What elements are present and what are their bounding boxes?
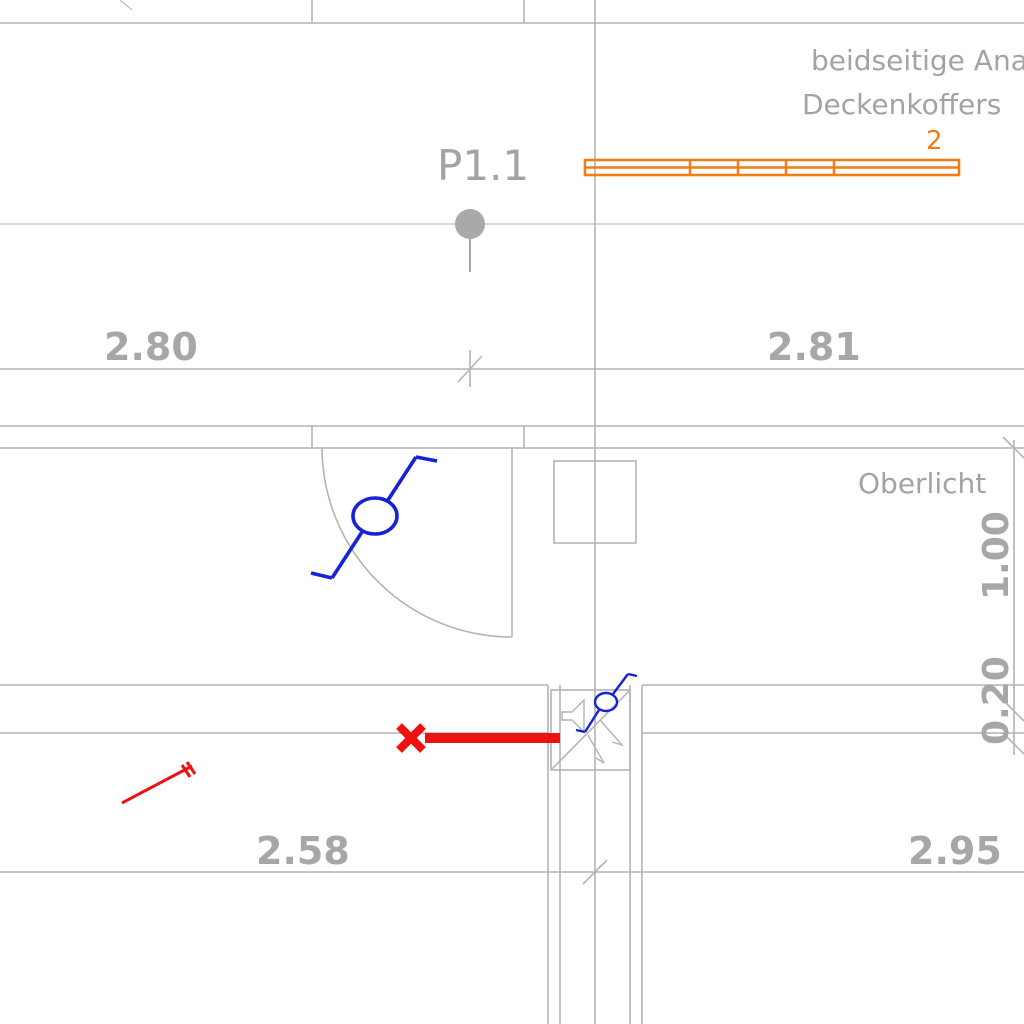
dimension-bottom-left: 2.58 <box>256 829 350 873</box>
dimension-vertical-lower: 0.20 <box>976 656 1017 745</box>
light-strip-icon <box>583 158 961 177</box>
note-line-2: Deckenkoffers <box>802 88 1001 121</box>
note-line-1: beidseitige Anarb <box>811 44 1024 77</box>
cable-run-icon <box>396 723 560 753</box>
dimension-bottom-right: 2.95 <box>908 829 1002 873</box>
light-switch-icon <box>310 455 438 580</box>
junction-point-icon <box>455 209 485 272</box>
point-label: P1.1 <box>437 141 529 190</box>
light-switch-icon <box>575 672 638 734</box>
dimension-top-left: 2.80 <box>104 325 198 369</box>
orange-count-label: 2 <box>926 126 943 156</box>
cable-run-icon <box>121 761 197 805</box>
floor-plan-drawing: beidseitige Anarb Deckenkoffers 2 P1.1 O… <box>0 0 1024 1024</box>
skylight-label: Oberlicht <box>858 467 986 500</box>
dimension-vertical-upper: 1.00 <box>976 511 1017 600</box>
dimension-top-right: 2.81 <box>767 325 861 369</box>
